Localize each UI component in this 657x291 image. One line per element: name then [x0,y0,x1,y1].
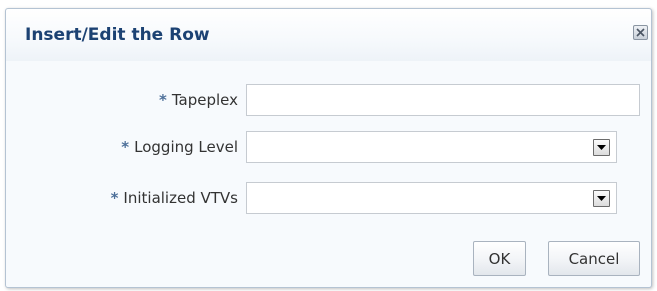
cancel-button[interactable]: Cancel [548,241,640,276]
tapeplex-input[interactable] [246,84,640,116]
logging-level-select[interactable] [246,131,617,163]
initialized-vtvs-dropdown-button[interactable] [593,190,610,207]
logging-level-dropdown-button[interactable] [593,139,610,156]
required-marker: * [158,91,167,109]
initialized-vtvs-label: * Initialized VTVs [111,189,238,207]
close-button[interactable] [633,25,648,40]
dialog-title-bar: Insert/Edit the Row [6,9,651,61]
required-marker: * [121,138,130,156]
ok-button[interactable]: OK [473,241,526,276]
insert-edit-row-dialog: Insert/Edit the Row * Tapeplex * Logging L… [5,8,652,288]
initialized-vtvs-row: * Initialized VTVs [6,182,651,214]
tapeplex-label-text: Tapeplex [171,91,238,109]
tapeplex-label: * Tapeplex [159,91,238,109]
initialized-vtvs-select[interactable] [246,182,617,214]
dialog-title: Insert/Edit the Row [25,25,210,45]
logging-level-label-text: Logging Level [134,138,238,156]
logging-level-row: * Logging Level [6,131,651,163]
initialized-vtvs-label-text: Initialized VTVs [123,189,238,207]
logging-level-label: * Logging Level [121,138,238,156]
tapeplex-row: * Tapeplex [6,84,651,116]
required-marker: * [110,189,119,207]
